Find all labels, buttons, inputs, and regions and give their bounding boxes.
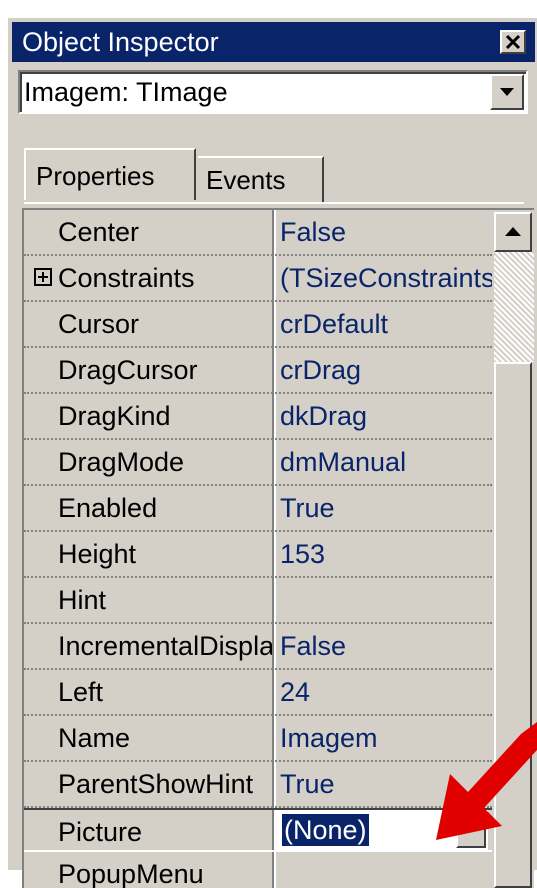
expand-plus-icon[interactable] <box>34 268 52 286</box>
property-value[interactable]: dmManual <box>280 446 492 478</box>
property-value[interactable]: dkDrag <box>280 400 492 432</box>
property-name: Hint <box>58 585 107 615</box>
property-row-name[interactable]: Name Imagem <box>24 716 492 762</box>
property-value[interactable]: True <box>280 492 492 524</box>
scroll-up-icon <box>505 227 521 236</box>
property-name: IncrementalDisplay <box>58 631 272 661</box>
property-row-constraints[interactable]: Constraints (TSizeConstraints) <box>24 256 492 302</box>
property-name: Cursor <box>58 309 140 339</box>
property-value[interactable]: crDrag <box>280 354 492 386</box>
property-row-dragkind[interactable]: DragKind dkDrag <box>24 394 492 440</box>
dropdown-arrow-icon <box>500 88 514 96</box>
property-value[interactable]: crDefault <box>280 308 492 340</box>
property-value[interactable]: (TSizeConstraints) <box>280 262 492 294</box>
property-name: Enabled <box>58 493 158 523</box>
property-name: DragMode <box>58 447 185 477</box>
property-row-dragcursor[interactable]: DragCursor crDrag <box>24 348 492 394</box>
property-name: DragCursor <box>58 355 198 385</box>
property-name: Height <box>58 539 137 569</box>
dropdown-button[interactable] <box>490 74 524 110</box>
property-value[interactable]: False <box>280 630 492 662</box>
property-row-popupmenu[interactable]: PopupMenu <box>24 852 492 888</box>
close-icon <box>505 34 521 50</box>
property-value-selected[interactable]: (None) <box>282 814 369 846</box>
title-bar[interactable]: Object Inspector <box>12 22 535 62</box>
tab-properties[interactable]: Properties <box>24 148 196 200</box>
property-name: Constraints <box>58 263 195 293</box>
object-selector-combo[interactable]: Imagem: TImage <box>18 70 528 114</box>
tab-properties-label: Properties <box>36 161 155 191</box>
property-row-left[interactable]: Left 24 <box>24 670 492 716</box>
property-row-parentshowhint[interactable]: ParentShowHint True <box>24 762 492 808</box>
property-name: Center <box>58 217 140 247</box>
property-row-center[interactable]: Center False <box>24 210 492 256</box>
property-row-height[interactable]: Height 153 <box>24 532 492 578</box>
scroll-track[interactable] <box>494 252 534 362</box>
property-value[interactable]: False <box>280 216 492 248</box>
property-row-incrementaldisplay[interactable]: IncrementalDisplay False <box>24 624 492 670</box>
tab-events[interactable]: Events <box>198 156 324 202</box>
property-name: DragKind <box>58 401 171 431</box>
property-row-dragmode[interactable]: DragMode dmManual <box>24 440 492 486</box>
property-name: Name <box>58 723 131 753</box>
window-title: Object Inspector <box>22 27 219 57</box>
scroll-up-button[interactable] <box>494 212 532 252</box>
tab-divider <box>24 202 524 204</box>
property-row-hint[interactable]: Hint <box>24 578 492 624</box>
property-name: Picture <box>58 817 143 847</box>
property-name: Left <box>58 677 104 707</box>
property-value[interactable]: 153 <box>280 538 492 570</box>
close-button[interactable] <box>500 30 526 54</box>
property-name: PopupMenu <box>58 859 204 888</box>
property-value[interactable]: 24 <box>280 676 492 708</box>
property-row-cursor[interactable]: Cursor crDefault <box>24 302 492 348</box>
property-name: ParentShowHint <box>58 769 254 799</box>
red-arrow-pointer <box>436 722 537 840</box>
property-row-picture[interactable]: Picture (None) <box>24 808 492 852</box>
tab-events-label: Events <box>206 165 286 195</box>
object-selector-value: Imagem: TImage <box>24 77 228 107</box>
property-row-enabled[interactable]: Enabled True <box>24 486 492 532</box>
